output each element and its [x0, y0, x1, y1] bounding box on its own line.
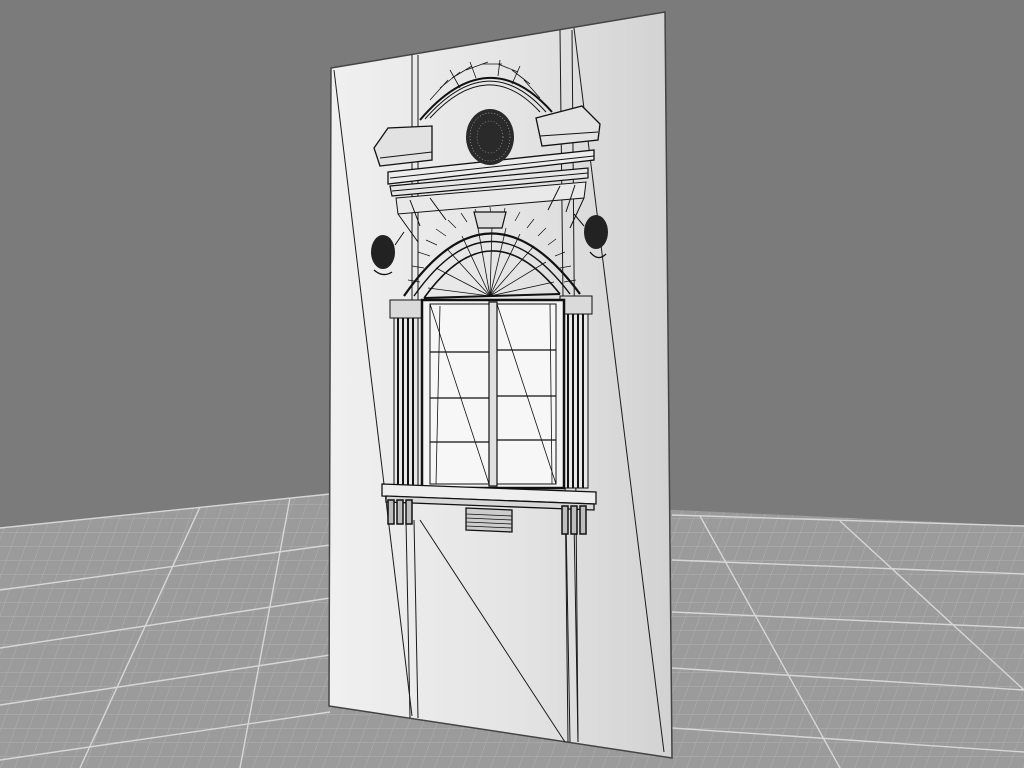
3d-viewport[interactable]	[0, 0, 1024, 768]
facade-model[interactable]	[328, 11, 673, 759]
viewport-canvas[interactable]	[0, 0, 1024, 768]
left-pilaster	[389, 299, 423, 489]
medallion-ornament	[466, 109, 514, 165]
window-casement	[420, 298, 566, 490]
